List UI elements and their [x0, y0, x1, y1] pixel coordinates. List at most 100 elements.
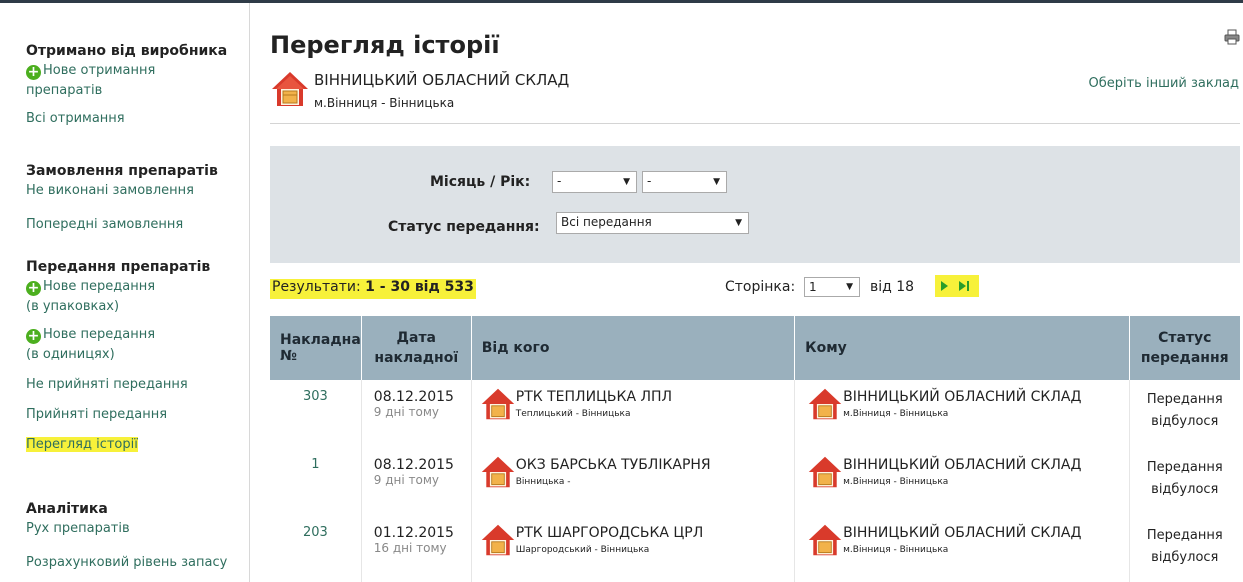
year-select[interactable]: - ▼ — [642, 171, 727, 193]
house-box-icon — [808, 524, 842, 556]
sidebar-item-new-transfer-units[interactable]: + Нове передання (в одиницях) — [26, 325, 246, 365]
results-summary: Результати: 1 - 30 від 533 — [270, 279, 476, 299]
sidebar-item-not-accepted[interactable]: Не прийняті передання — [26, 375, 246, 395]
invoice-number[interactable]: 203 — [270, 516, 362, 582]
transfer-status: Передання відбулося — [1129, 380, 1240, 448]
col-date-line1: Дата — [396, 330, 437, 346]
page-title: Перегляд історії — [270, 31, 500, 59]
status-select[interactable]: Всі передання ▼ — [556, 212, 749, 234]
to-cell: ВІННИЦЬКИЙ ОБЛАСНИЙ СКЛАД м.Вінниця - Ві… — [794, 516, 1130, 582]
to-location: м.Вінниця - Вінницька — [843, 409, 949, 419]
sidebar-item-accepted[interactable]: Прийняті передання — [26, 405, 246, 425]
col-status[interactable]: Статус передання — [1129, 316, 1240, 380]
month-select[interactable]: - ▼ — [552, 171, 637, 193]
from-location: Теплицький - Вінницька — [515, 409, 631, 419]
col-invoice-line2: № — [280, 348, 297, 364]
table-row[interactable]: 1 08.12.2015 9 дні тому ОКЗ БАРСЬКА ТУБЛ… — [270, 448, 1240, 516]
chevron-down-icon: ▼ — [735, 218, 742, 228]
from-party: ОКЗ БАРСЬКА ТУБЛІКАРНЯ Вінницька - — [480, 456, 794, 503]
sidebar: Отримано від виробника + Нове отримання п… — [0, 3, 250, 582]
from-location: Вінницька - — [515, 477, 571, 487]
to-party: ВІННИЦЬКИЙ ОБЛАСНИЙ СКЛАД м.Вінниця - Ві… — [807, 456, 1128, 503]
date-ago: 9 дні тому — [373, 405, 440, 419]
to-cell: ВІННИЦЬКИЙ ОБЛАСНИЙ СКЛАД м.Вінниця - Ві… — [794, 448, 1130, 516]
page-select-value: 1 — [809, 280, 817, 294]
from-name: ОКЗ БАРСЬКА ТУБЛІКАРНЯ — [515, 457, 711, 473]
house-box-icon — [481, 456, 514, 488]
sidebar-item-new-receipt[interactable]: + Нове отримання препаратів — [26, 61, 196, 101]
filter-panel: Місяць / Рік: - ▼ - ▼ Статус передання: … — [270, 146, 1240, 263]
results-range: 1 - 30 від 533 — [365, 279, 474, 295]
plus-circle-icon: + — [26, 64, 41, 80]
to-cell: ВІННИЦЬКИЙ ОБЛАСНИЙ СКЛАД м.Вінниця - Ві… — [794, 380, 1130, 448]
house-box-icon — [272, 72, 308, 106]
house-box-icon — [808, 388, 842, 420]
col-invoice[interactable]: Накладна № — [270, 316, 362, 380]
from-cell: ОКЗ БАРСЬКА ТУБЛІКАРНЯ Вінницька - — [471, 448, 796, 516]
sidebar-item-pending-orders[interactable]: Не виконані замовлення — [26, 181, 246, 201]
house-box-icon — [808, 456, 842, 488]
sidebar-item-history[interactable]: Перегляд історії — [26, 435, 246, 455]
to-name: ВІННИЦЬКИЙ ОБЛАСНИЙ СКЛАД — [843, 457, 1082, 473]
table-row[interactable]: 203 01.12.2015 16 дні тому РТК ШАРГОРОДС… — [270, 516, 1240, 582]
invoice-date: 08.12.2015 9 дні тому — [361, 448, 472, 516]
col-to[interactable]: Кому — [794, 316, 1130, 380]
col-date-line2: накладної — [374, 350, 459, 366]
house-box-icon — [481, 388, 514, 420]
col-invoice-line1: Накладна — [280, 332, 361, 348]
date-value: 08.12.2015 — [373, 389, 454, 405]
col-from[interactable]: Від кого — [471, 316, 796, 380]
from-cell: РТК ТЕПЛИЦЬКА ЛПЛ Теплицький - Вінницька — [471, 380, 796, 448]
printer-icon[interactable] — [1224, 29, 1240, 45]
sidebar-item-stock-level[interactable]: Розрахунковий рівень запасу — [26, 553, 250, 573]
table-row[interactable]: 303 08.12.2015 9 дні тому РТК ТЕПЛИЦЬКА … — [270, 380, 1240, 448]
sidebar-item-new-transfer-packages[interactable]: + Нове передання (в упаковках) — [26, 277, 246, 317]
sidebar-section-transfers: Передання препаратів + Нове передання (в … — [26, 257, 246, 455]
date-ago: 9 дні тому — [373, 473, 440, 487]
transfer-status: Передання відбулося — [1129, 516, 1240, 582]
chevron-down-icon: ▼ — [623, 177, 630, 187]
plus-circle-icon: + — [26, 280, 41, 296]
date-ago: 16 дні тому — [373, 541, 447, 555]
page-count: від 18 — [870, 279, 915, 295]
next-page-icon[interactable] — [941, 281, 948, 291]
to-location: м.Вінниця - Вінницька — [843, 477, 949, 487]
chevron-down-icon: ▼ — [846, 282, 853, 292]
invoice-number[interactable]: 1 — [270, 448, 362, 516]
page-select[interactable]: 1 ▼ — [804, 277, 860, 297]
to-name: ВІННИЦЬКИЙ ОБЛАСНИЙ СКЛАД — [843, 525, 1082, 541]
month-select-value: - — [557, 174, 562, 188]
sidebar-heading-received: Отримано від виробника — [26, 43, 228, 59]
divider — [270, 123, 1240, 124]
to-party: ВІННИЦЬКИЙ ОБЛАСНИЙ СКЛАД м.Вінниця - Ві… — [807, 524, 1128, 571]
status-line2: відбулося — [1151, 414, 1219, 429]
sidebar-item-label: Перегляд історії — [26, 437, 138, 452]
last-page-bar — [967, 281, 969, 291]
sidebar-item-all-receipts[interactable]: Всі отримання — [26, 109, 246, 129]
status-line2: відбулося — [1151, 550, 1219, 565]
from-name: РТК ТЕПЛИЦЬКА ЛПЛ — [515, 389, 673, 405]
page-label: Сторінка: — [725, 279, 796, 295]
sidebar-item-movement[interactable]: Рух препаратів — [26, 519, 250, 539]
invoice-number[interactable]: 303 — [270, 380, 362, 448]
pager-navigation — [935, 275, 979, 297]
status-select-value: Всі передання — [561, 215, 652, 229]
status-line2: відбулося — [1151, 482, 1219, 497]
col-date[interactable]: Дата накладної — [361, 316, 472, 380]
status-line1: Передання — [1146, 460, 1223, 475]
col-status-line2: передання — [1140, 350, 1229, 366]
sidebar-heading-transfers: Передання препаратів — [26, 259, 211, 275]
from-cell: РТК ШАРГОРОДСЬКА ЦРЛ Шаргородський - Він… — [471, 516, 796, 582]
sidebar-item-previous-orders[interactable]: Попередні замовлення — [26, 215, 246, 235]
sidebar-item-label: Нове отримання препаратів — [26, 63, 156, 98]
sidebar-heading-orders: Замовлення препаратів — [26, 163, 218, 179]
sidebar-item-sublabel: (в одиницях) — [26, 347, 115, 362]
status-line1: Передання — [1146, 528, 1223, 543]
sidebar-section-analytics: Аналітика Рух препаратів Розрахунковий р… — [26, 499, 250, 573]
history-table: Накладна № Дата накладної Від кого Кому … — [270, 316, 1240, 582]
transfer-status: Передання відбулося — [1129, 448, 1240, 516]
change-organization-link[interactable]: Оберіть інший заклад — [1088, 76, 1239, 91]
sidebar-item-label: Нове передання — [43, 327, 156, 342]
last-page-icon[interactable] — [959, 281, 966, 291]
from-location: Шаргородський - Вінницька — [515, 545, 650, 555]
